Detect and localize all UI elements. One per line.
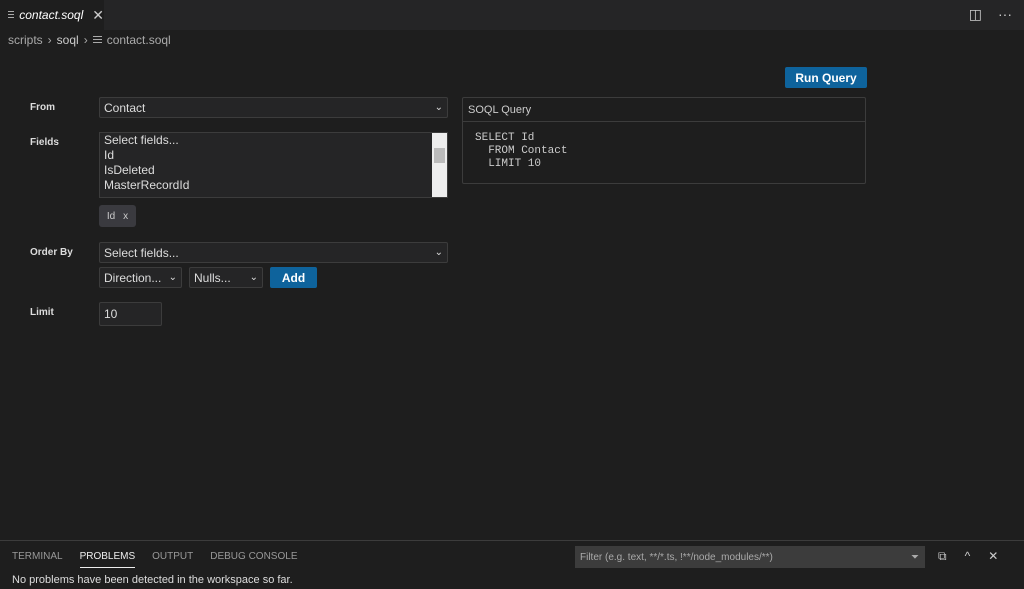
- chevron-down-icon: ⌄: [434, 102, 443, 113]
- direction-select[interactable]: Direction... ⌄: [99, 267, 182, 288]
- fields-listbox[interactable]: Select fields... Id IsDeleted MasterReco…: [99, 132, 448, 198]
- chevron-down-icon: ⌄: [434, 247, 443, 258]
- close-panel-icon[interactable]: ✕: [988, 549, 998, 564]
- breadcrumb-soql[interactable]: soql: [57, 33, 79, 47]
- fields-label: Fields: [30, 137, 59, 148]
- chevron-down-icon: ⌄: [249, 272, 258, 283]
- orderby-value: Select fields...: [104, 245, 179, 260]
- bottom-panel: TERMINAL PROBLEMS OUTPUT DEBUG CONSOLE F…: [0, 540, 1024, 589]
- list-item[interactable]: IsDeleted: [100, 163, 447, 178]
- breadcrumb: scripts › soql › contact.soql: [8, 33, 171, 47]
- chevron-down-icon: ⌄: [168, 272, 177, 283]
- list-item[interactable]: Select fields...: [100, 133, 447, 148]
- tab-title: contact.soql: [19, 8, 84, 22]
- pill-label: Id: [106, 210, 116, 222]
- limit-value: 10: [104, 307, 118, 321]
- from-label: From: [30, 102, 55, 113]
- list-item[interactable]: Id: [100, 148, 447, 163]
- query-text: SELECT Id FROM Contact LIMIT 10: [475, 132, 568, 170]
- selected-field-pill: Id x: [99, 205, 136, 227]
- orderby-label: Order By: [30, 247, 73, 258]
- limit-input[interactable]: 10: [99, 302, 162, 326]
- query-title: SOQL Query: [463, 98, 865, 122]
- nulls-value: Nulls...: [194, 270, 231, 285]
- breadcrumb-scripts[interactable]: scripts: [8, 33, 43, 47]
- filter-placeholder: Filter (e.g. text, **/*.ts, !**/node_mod…: [580, 551, 773, 563]
- from-value: Contact: [104, 100, 146, 115]
- remove-field-button[interactable]: x: [123, 211, 128, 222]
- tab-terminal[interactable]: TERMINAL: [12, 551, 63, 568]
- tab-debug-console[interactable]: DEBUG CONSOLE: [210, 551, 297, 568]
- file-icon: [92, 35, 102, 45]
- problems-message: No problems have been detected in the wo…: [12, 574, 293, 586]
- tab-problems[interactable]: PROBLEMS: [79, 551, 136, 568]
- split-editor-icon[interactable]: ◫: [969, 6, 982, 23]
- soql-query-preview: SOQL Query SELECT Id FROM Contact LIMIT …: [462, 97, 866, 184]
- close-icon[interactable]: ✕: [92, 7, 104, 24]
- list-item[interactable]: MasterRecordId: [100, 178, 447, 193]
- maximize-panel-icon[interactable]: ^: [965, 549, 971, 564]
- nulls-select[interactable]: Nulls... ⌄: [189, 267, 263, 288]
- more-actions-icon[interactable]: ···: [998, 6, 1012, 23]
- breadcrumb-file[interactable]: contact.soql: [107, 33, 171, 47]
- problems-filter-input[interactable]: Filter (e.g. text, **/*.ts, !**/node_mod…: [575, 546, 925, 568]
- tab-bar: contact.soql ✕ ◫ ···: [0, 0, 1024, 30]
- run-query-button[interactable]: Run Query: [785, 67, 867, 88]
- direction-value: Direction...: [104, 270, 162, 285]
- tab-contact-soql[interactable]: contact.soql ✕: [0, 0, 104, 30]
- filter-icon[interactable]: ⏷: [911, 552, 919, 563]
- scrollbar[interactable]: [432, 133, 447, 197]
- orderby-select[interactable]: Select fields... ⌄: [99, 242, 448, 263]
- chevron-right-icon: ›: [47, 33, 52, 47]
- file-icon: [8, 10, 15, 20]
- collapse-all-icon[interactable]: ⧉: [938, 549, 947, 564]
- tab-output[interactable]: OUTPUT: [152, 551, 193, 568]
- chevron-right-icon: ›: [83, 33, 88, 47]
- from-select[interactable]: Contact ⌄: [99, 97, 448, 118]
- add-button[interactable]: Add: [270, 267, 317, 288]
- limit-label: Limit: [30, 307, 54, 318]
- scrollbar-thumb[interactable]: [434, 148, 445, 163]
